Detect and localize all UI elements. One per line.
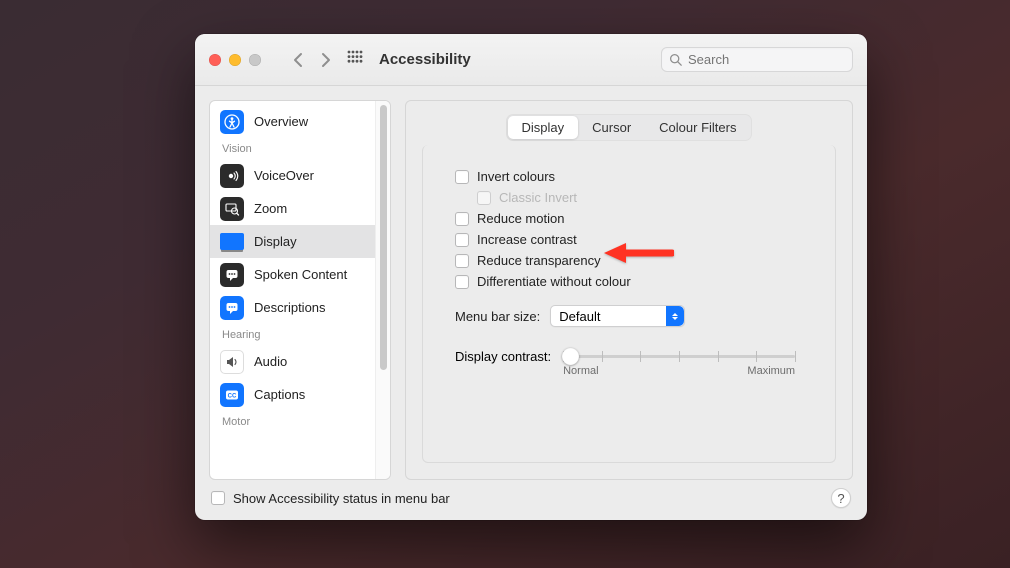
tab-colour-filters[interactable]: Colour Filters xyxy=(645,116,750,139)
zoom-icon xyxy=(220,197,244,221)
sidebar-item-label: Zoom xyxy=(254,201,287,216)
label-reduce-transparency: Reduce transparency xyxy=(477,253,601,268)
sidebar-item-descriptions[interactable]: Descriptions xyxy=(210,291,375,324)
label-invert-colours: Invert colours xyxy=(477,169,555,184)
checkbox-show-status-menu-bar[interactable] xyxy=(211,491,225,505)
sidebar-group-hearing: Hearing xyxy=(210,324,375,345)
label-menu-bar-size: Menu bar size: xyxy=(455,309,540,324)
search-icon xyxy=(669,53,682,66)
sidebar-group-motor: Motor xyxy=(210,411,375,432)
checkbox-differentiate-without-colour[interactable] xyxy=(455,275,469,289)
select-value: Default xyxy=(559,309,600,324)
search-input[interactable] xyxy=(688,52,845,67)
tab-bar: Display Cursor Colour Filters xyxy=(507,115,752,140)
row-menu-bar-size: Menu bar size: Default xyxy=(455,305,815,327)
row-display-contrast: Display contrast: Nor xyxy=(455,347,815,375)
help-button[interactable]: ? xyxy=(831,488,851,508)
sidebar: Overview Vision VoiceOver Zoom xyxy=(209,100,391,480)
footer: Show Accessibility status in menu bar ? xyxy=(209,480,853,510)
sidebar-item-spoken-content[interactable]: Spoken Content xyxy=(210,258,375,291)
label-show-status-menu-bar: Show Accessibility status in menu bar xyxy=(233,491,450,506)
select-menu-bar-size[interactable]: Default xyxy=(550,305,685,327)
sidebar-item-label: Captions xyxy=(254,387,305,402)
spoken-content-icon xyxy=(220,263,244,287)
slider-thumb[interactable] xyxy=(562,348,579,365)
label-reduce-motion: Reduce motion xyxy=(477,211,564,226)
checkbox-reduce-transparency[interactable] xyxy=(455,254,469,268)
sidebar-item-overview[interactable]: Overview xyxy=(210,105,375,138)
toolbar: Accessibility xyxy=(195,34,867,86)
preferences-window: Accessibility Overview Vision xyxy=(195,34,867,520)
sidebar-item-label: Descriptions xyxy=(254,300,326,315)
sidebar-item-label: Display xyxy=(254,234,297,249)
overview-icon xyxy=(220,110,244,134)
row-reduce-transparency: Reduce transparency xyxy=(455,253,815,268)
checkbox-increase-contrast[interactable] xyxy=(455,233,469,247)
tab-cursor[interactable]: Cursor xyxy=(578,116,645,139)
sidebar-item-display[interactable]: Display xyxy=(210,225,375,258)
chevron-updown-icon xyxy=(666,306,684,326)
display-icon xyxy=(220,230,244,254)
checkbox-invert-colours[interactable] xyxy=(455,170,469,184)
slider-min-label: Normal xyxy=(563,365,598,377)
forward-button[interactable] xyxy=(319,52,331,68)
sidebar-scrollbar[interactable] xyxy=(375,101,390,479)
checkbox-classic-invert xyxy=(477,191,491,205)
slider-max-label: Maximum xyxy=(747,365,795,377)
zoom-window-button[interactable] xyxy=(249,54,261,66)
captions-icon: CC xyxy=(220,383,244,407)
sidebar-item-captions[interactable]: CC Captions xyxy=(210,378,375,411)
sidebar-group-vision: Vision xyxy=(210,138,375,159)
back-button[interactable] xyxy=(293,52,305,68)
label-display-contrast: Display contrast: xyxy=(455,347,551,364)
label-differentiate-without-colour: Differentiate without colour xyxy=(477,274,631,289)
label-classic-invert: Classic Invert xyxy=(499,190,577,205)
sidebar-item-audio[interactable]: Audio xyxy=(210,345,375,378)
slider-display-contrast[interactable]: Normal Maximum xyxy=(563,347,795,375)
close-window-button[interactable] xyxy=(209,54,221,66)
traffic-lights xyxy=(209,54,261,66)
row-reduce-motion: Reduce motion xyxy=(455,211,815,226)
sidebar-item-voiceover[interactable]: VoiceOver xyxy=(210,159,375,192)
search-field[interactable] xyxy=(661,47,853,72)
sidebar-item-label: Overview xyxy=(254,114,308,129)
row-invert-colours: Invert colours xyxy=(455,169,815,184)
sidebar-item-zoom[interactable]: Zoom xyxy=(210,192,375,225)
audio-icon xyxy=(220,350,244,374)
row-differentiate-without-colour: Differentiate without colour xyxy=(455,274,815,289)
minimize-window-button[interactable] xyxy=(229,54,241,66)
display-options-box: Invert colours Classic Invert Reduce mot… xyxy=(422,145,836,463)
label-increase-contrast: Increase contrast xyxy=(477,232,577,247)
show-all-icon[interactable] xyxy=(347,50,363,69)
row-increase-contrast: Increase contrast xyxy=(455,232,815,247)
row-classic-invert: Classic Invert xyxy=(477,190,815,205)
sidebar-item-label: Audio xyxy=(254,354,287,369)
content-pane: Display Cursor Colour Filters Invert col… xyxy=(405,100,853,480)
sidebar-item-label: Spoken Content xyxy=(254,267,347,282)
sidebar-item-label: VoiceOver xyxy=(254,168,314,183)
voiceover-icon xyxy=(220,164,244,188)
window-title: Accessibility xyxy=(379,51,471,68)
descriptions-icon xyxy=(220,296,244,320)
svg-text:CC: CC xyxy=(228,393,237,399)
checkbox-reduce-motion[interactable] xyxy=(455,212,469,226)
tab-display[interactable]: Display xyxy=(508,116,579,139)
